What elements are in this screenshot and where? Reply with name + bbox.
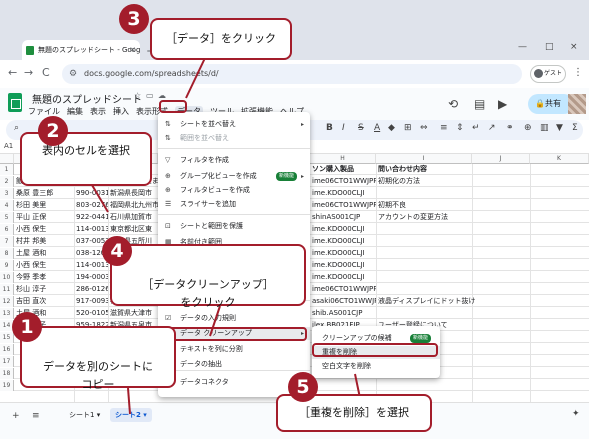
callout-text: データを別のシートに コピー xyxy=(43,360,153,391)
callout-step-3: ［データ］をクリック xyxy=(150,18,292,60)
callout-text: ［データクリーンアップ］ をクリック xyxy=(142,278,274,309)
callout-text: 表内のセルを選択 xyxy=(42,144,130,157)
callout-step-2: 表内のセルを選択 xyxy=(20,132,152,186)
callout-text: ［重複を削除］を選択 xyxy=(299,406,409,419)
step-5-badge: 5 xyxy=(288,372,318,402)
step-4-badge: 4 xyxy=(102,236,132,266)
highlight-cleanup-item xyxy=(159,327,307,341)
step-2-badge: 2 xyxy=(38,116,68,146)
step-1-badge: 1 xyxy=(12,312,42,342)
highlight-data-menu xyxy=(159,100,187,113)
callout-step-1: データを別のシートに コピー xyxy=(20,326,176,391)
callout-text: ［データ］をクリック xyxy=(166,32,276,45)
callout-step-4: ［データクリーンアップ］ をクリック xyxy=(110,244,306,309)
step-3-badge: 3 xyxy=(119,4,149,34)
highlight-remove-duplicates xyxy=(312,343,438,357)
